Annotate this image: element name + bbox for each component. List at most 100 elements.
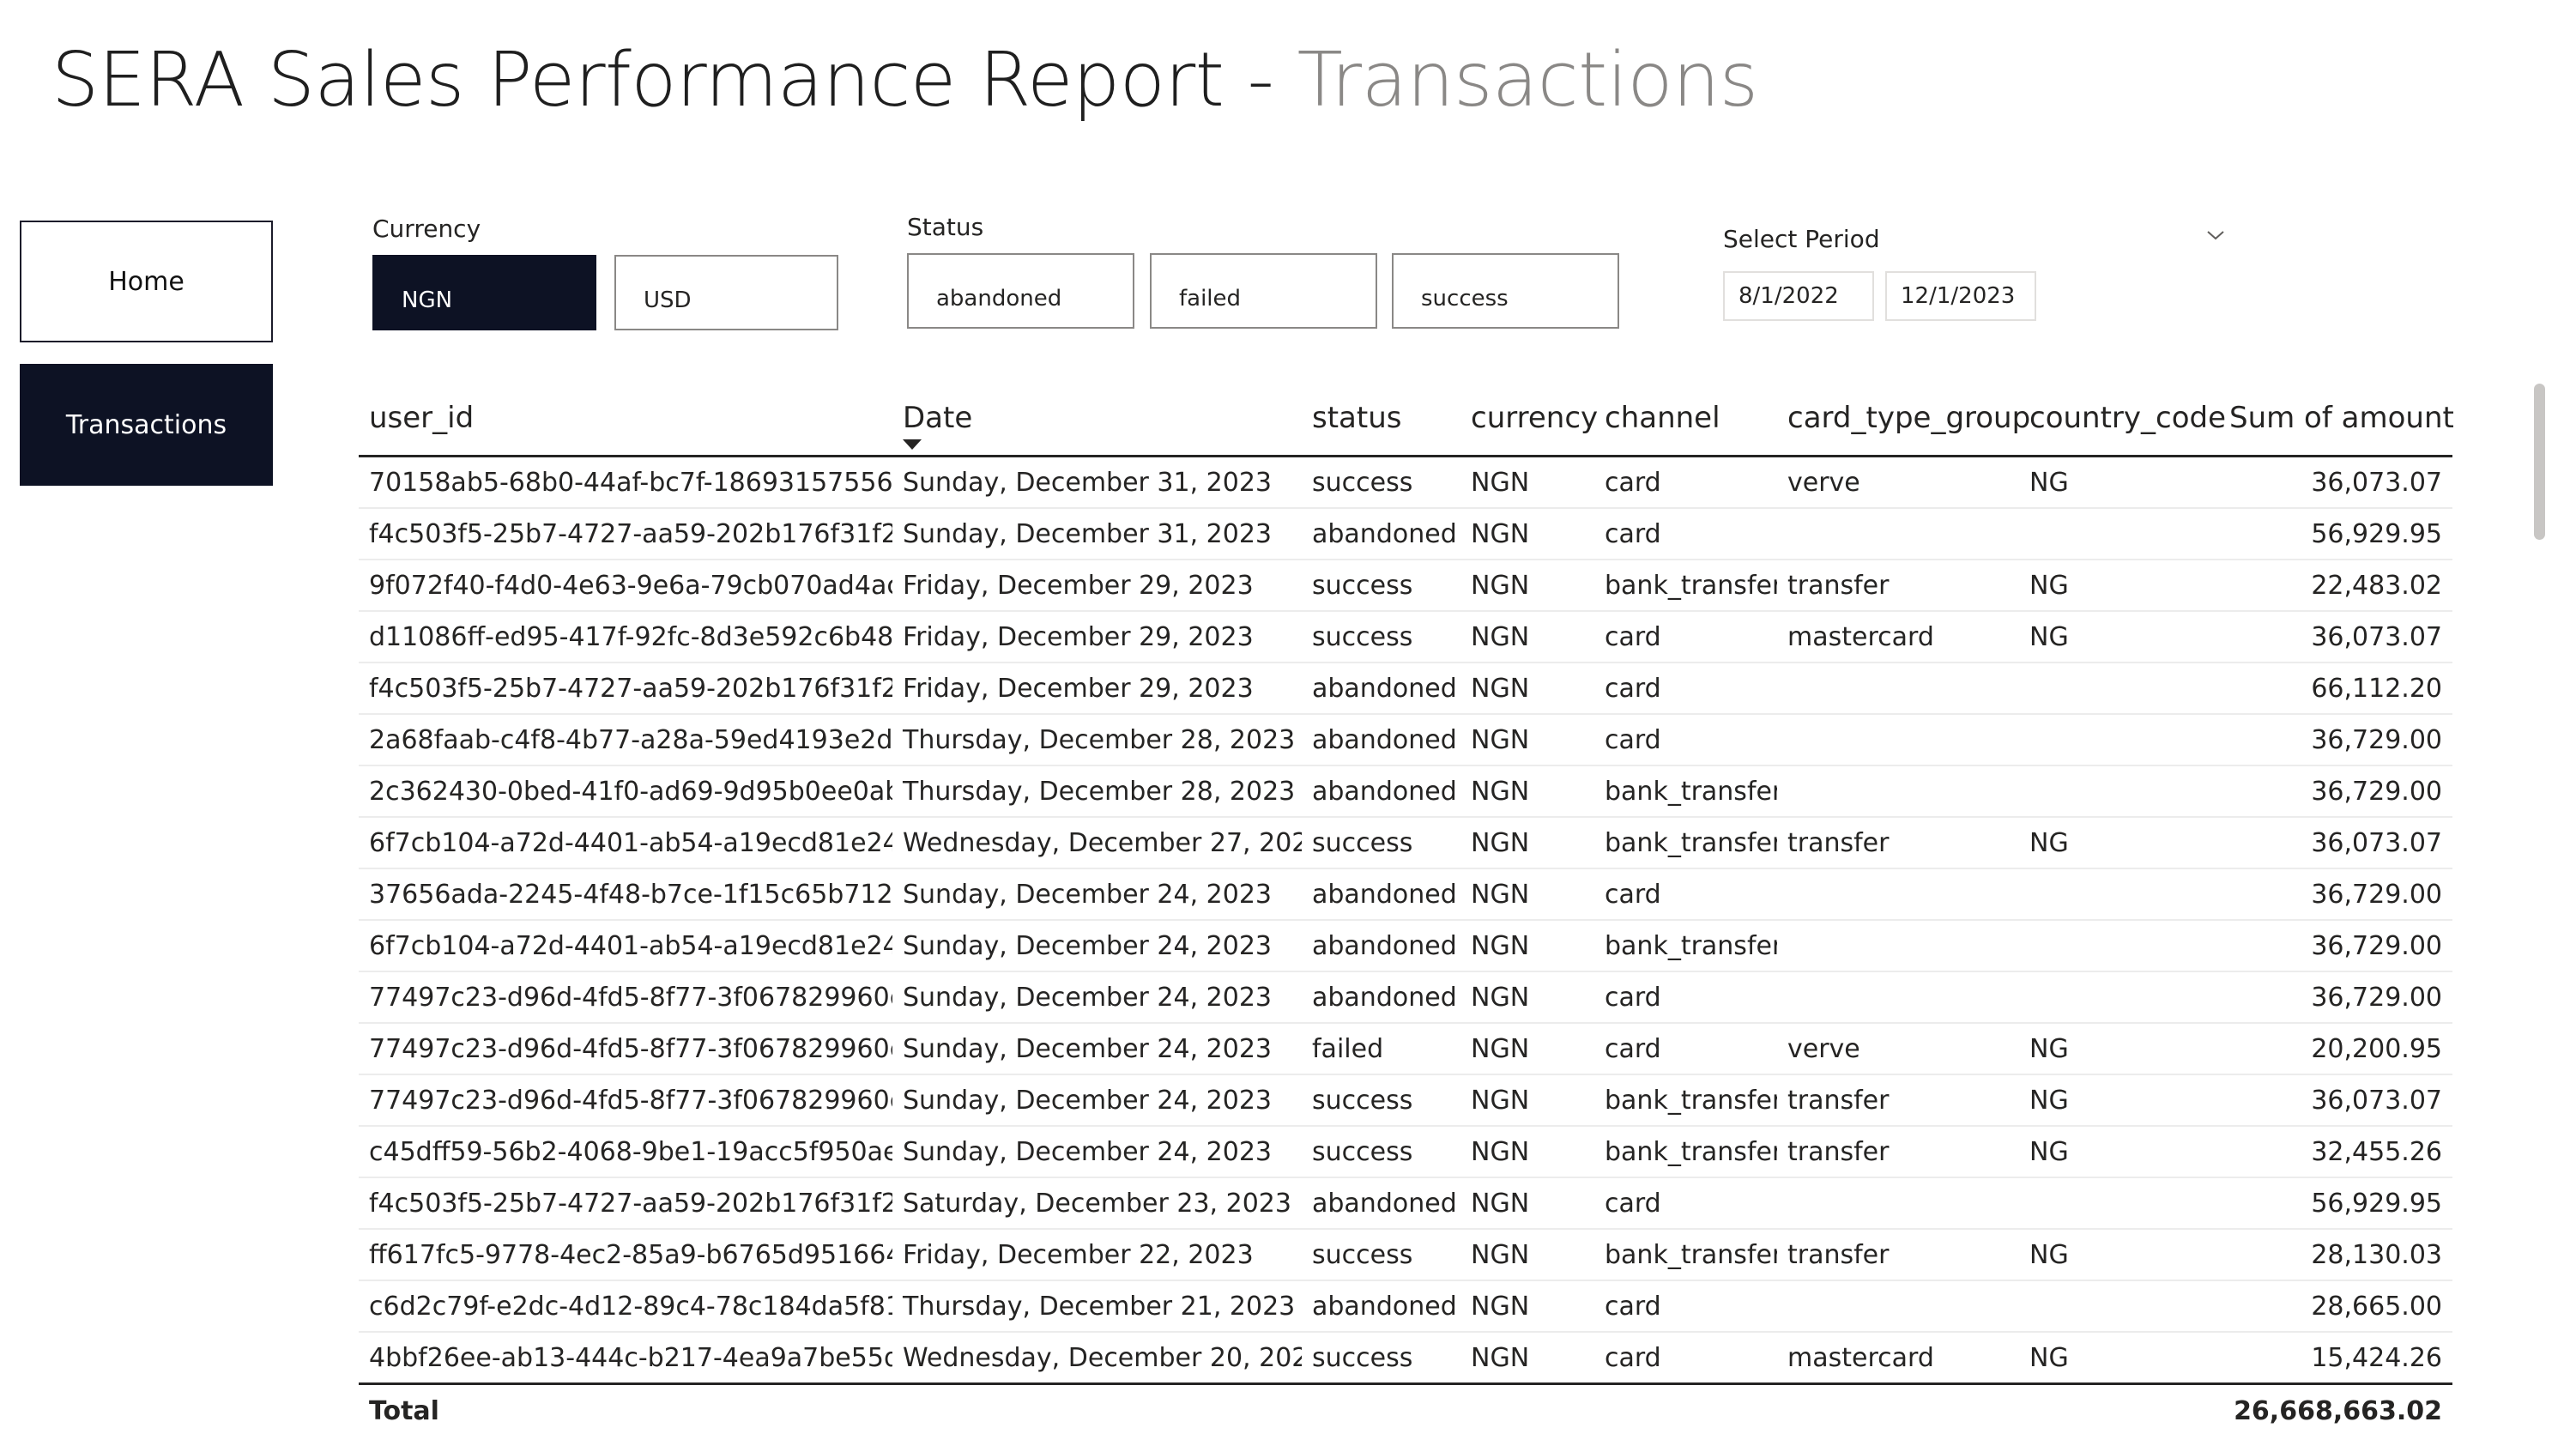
status-cell: abandoned bbox=[1302, 868, 1460, 921]
table-row[interactable]: f4c503f5-25b7-4727-aa59-202b176f31f2 Frid… bbox=[359, 662, 2452, 715]
country-code-cell bbox=[2019, 714, 2219, 766]
channel-cell: bank_transfer bbox=[1594, 1126, 1777, 1178]
table-row[interactable]: f4c503f5-25b7-4727-aa59-202b176f31f2 Sund… bbox=[359, 508, 2452, 560]
channel-cell: bank_transfer bbox=[1594, 920, 1777, 972]
date-cell: Sunday, December 24, 2023 bbox=[892, 920, 1302, 972]
card-type-group-cell: mastercard bbox=[1777, 1332, 2019, 1385]
currency-option-ngn[interactable]: NGN bbox=[372, 255, 596, 330]
table-row[interactable]: ff617fc5-9778-4ec2-85a9-b6765d951664 Frid… bbox=[359, 1229, 2452, 1281]
card-type-group-cell bbox=[1777, 971, 2019, 1024]
status-cell: success bbox=[1302, 1074, 1460, 1127]
column-header-card-type-group[interactable]: card_type_group bbox=[1777, 381, 2030, 457]
table-row[interactable]: 4bbf26ee-ab13-444c-b217-4ea9a7be55d9 Wedn… bbox=[359, 1332, 2452, 1385]
table-row[interactable]: 77497c23-d96d-4fd5-8f77-3f067829960c Sund… bbox=[359, 1023, 2452, 1075]
currency-cell: NGN bbox=[1460, 1177, 1594, 1230]
status-cell: abandoned bbox=[1302, 714, 1460, 766]
currency-cell: NGN bbox=[1460, 765, 1594, 818]
transactions-nav-button[interactable]: Transactions bbox=[20, 364, 273, 486]
country-code-cell bbox=[2019, 765, 2219, 818]
channel-cell: card bbox=[1594, 1023, 1777, 1075]
date-cell: Wednesday, December 20, 2023 bbox=[892, 1332, 1302, 1385]
table-row[interactable]: 77497c23-d96d-4fd5-8f77-3f067829960c Sund… bbox=[359, 1074, 2452, 1127]
card-type-group-cell: verve bbox=[1777, 456, 2019, 509]
currency-cell: NGN bbox=[1460, 868, 1594, 921]
table-row[interactable]: c45dff59-56b2-4068-9be1-19acc5f950ae Sund… bbox=[359, 1126, 2452, 1178]
table-row[interactable]: 6f7cb104-a72d-4401-ab54-a19ecd81e243 Wedn… bbox=[359, 817, 2452, 869]
page-title-sub: Transactions bbox=[1297, 36, 1759, 124]
date-cell: Sunday, December 24, 2023 bbox=[892, 1023, 1302, 1075]
table-row[interactable]: 2a68faab-c4f8-4b77-a28a-59ed4193e2de Thur… bbox=[359, 714, 2452, 766]
country-code-cell: NG bbox=[2019, 611, 2219, 663]
status-cell: abandoned bbox=[1302, 662, 1460, 715]
card-type-group-cell: transfer bbox=[1777, 1229, 2019, 1281]
country-code-cell bbox=[2019, 868, 2219, 921]
user-id-cell: 4bbf26ee-ab13-444c-b217-4ea9a7be55d9 bbox=[359, 1332, 892, 1385]
country-code-cell: NG bbox=[2019, 456, 2219, 509]
date-cell: Sunday, December 24, 2023 bbox=[892, 1074, 1302, 1127]
period-start-date-input[interactable]: 8/1/2022 bbox=[1723, 271, 1874, 321]
date-cell: Thursday, December 28, 2023 bbox=[892, 714, 1302, 766]
user-id-cell: f4c503f5-25b7-4727-aa59-202b176f31f2 bbox=[359, 662, 892, 715]
column-header-country-code[interactable]: country_code bbox=[2019, 381, 2226, 457]
country-code-cell bbox=[2019, 1177, 2219, 1230]
status-option-abandoned[interactable]: abandoned bbox=[907, 253, 1134, 329]
channel-cell: card bbox=[1594, 611, 1777, 663]
amount-cell: 28,130.03 bbox=[2219, 1229, 2452, 1281]
status-option-success[interactable]: success bbox=[1392, 253, 1619, 329]
table-row[interactable]: d11086ff-ed95-417f-92fc-8d3e592c6b48 Frid… bbox=[359, 611, 2452, 663]
user-id-cell: 77497c23-d96d-4fd5-8f77-3f067829960c bbox=[359, 1023, 892, 1075]
home-nav-button[interactable]: Home bbox=[20, 221, 273, 342]
table-row[interactable]: 6f7cb104-a72d-4401-ab54-a19ecd81e243 Sund… bbox=[359, 920, 2452, 972]
amount-cell: 36,729.00 bbox=[2219, 971, 2452, 1024]
status-cell: abandoned bbox=[1302, 1177, 1460, 1230]
currency-cell: NGN bbox=[1460, 456, 1594, 509]
table-row[interactable]: 2c362430-0bed-41f0-ad69-9d95b0ee0ab3 Thur… bbox=[359, 765, 2452, 818]
amount-cell: 20,200.95 bbox=[2219, 1023, 2452, 1075]
column-header-channel[interactable]: channel bbox=[1594, 381, 1777, 457]
user-id-cell: ff617fc5-9778-4ec2-85a9-b6765d951664 bbox=[359, 1229, 892, 1281]
column-header-date[interactable]: Date bbox=[892, 381, 1302, 457]
column-header-user-id[interactable]: user_id bbox=[359, 381, 892, 457]
column-header-status[interactable]: status bbox=[1302, 381, 1460, 457]
amount-cell: 36,729.00 bbox=[2219, 714, 2452, 766]
date-cell: Friday, December 29, 2023 bbox=[892, 662, 1302, 715]
card-type-group-cell bbox=[1777, 662, 2019, 715]
amount-cell: 15,424.26 bbox=[2219, 1332, 2452, 1385]
table-row[interactable]: 70158ab5-68b0-44af-bc7f-186931575567 Sund… bbox=[359, 456, 2452, 509]
chevron-down-icon[interactable] bbox=[2205, 225, 2226, 245]
amount-cell: 36,073.07 bbox=[2219, 817, 2452, 869]
table-row[interactable]: c6d2c79f-e2dc-4d12-89c4-78c184da5f81 Thur… bbox=[359, 1280, 2452, 1333]
table-row[interactable]: 37656ada-2245-4f48-b7ce-1f15c65b712e Sund… bbox=[359, 868, 2452, 921]
column-header-currency[interactable]: currency bbox=[1460, 381, 1598, 457]
card-type-group-cell: transfer bbox=[1777, 1074, 2019, 1127]
table-scrollbar-thumb[interactable] bbox=[2534, 384, 2545, 540]
currency-cell: NGN bbox=[1460, 920, 1594, 972]
status-option-failed[interactable]: failed bbox=[1150, 253, 1377, 329]
channel-cell: card bbox=[1594, 1280, 1777, 1333]
period-end-date-input[interactable]: 12/1/2023 bbox=[1885, 271, 2036, 321]
page-title-main: SERA Sales Performance Report - bbox=[51, 36, 1297, 124]
status-cell: success bbox=[1302, 1126, 1460, 1178]
channel-cell: bank_transfer bbox=[1594, 765, 1777, 818]
date-cell: Saturday, December 23, 2023 bbox=[892, 1177, 1302, 1230]
country-code-cell: NG bbox=[2019, 1332, 2219, 1385]
amount-cell: 36,073.07 bbox=[2219, 456, 2452, 509]
table-row[interactable]: 9f072f40-f4d0-4e63-9e6a-79cb070ad4ac Frid… bbox=[359, 560, 2452, 612]
currency-cell: NGN bbox=[1460, 1126, 1594, 1178]
currency-option-usd[interactable]: USD bbox=[614, 255, 838, 330]
channel-cell: bank_transfer bbox=[1594, 560, 1777, 612]
channel-cell: bank_transfer bbox=[1594, 1229, 1777, 1281]
amount-cell: 22,483.02 bbox=[2219, 560, 2452, 612]
country-code-cell bbox=[2019, 1280, 2219, 1333]
card-type-group-cell bbox=[1777, 1177, 2019, 1230]
table-row[interactable]: 77497c23-d96d-4fd5-8f77-3f067829960c Sund… bbox=[359, 971, 2452, 1024]
status-cell: success bbox=[1302, 1332, 1460, 1385]
channel-cell: bank_transfer bbox=[1594, 817, 1777, 869]
card-type-group-cell bbox=[1777, 508, 2019, 560]
user-id-cell: 6f7cb104-a72d-4401-ab54-a19ecd81e243 bbox=[359, 817, 892, 869]
date-cell: Sunday, December 24, 2023 bbox=[892, 971, 1302, 1024]
status-cell: success bbox=[1302, 456, 1460, 509]
column-header-sum-of-amount[interactable]: Sum of amount bbox=[2219, 381, 2454, 457]
user-id-cell: 2a68faab-c4f8-4b77-a28a-59ed4193e2de bbox=[359, 714, 892, 766]
table-row[interactable]: f4c503f5-25b7-4727-aa59-202b176f31f2 Satu… bbox=[359, 1177, 2452, 1230]
